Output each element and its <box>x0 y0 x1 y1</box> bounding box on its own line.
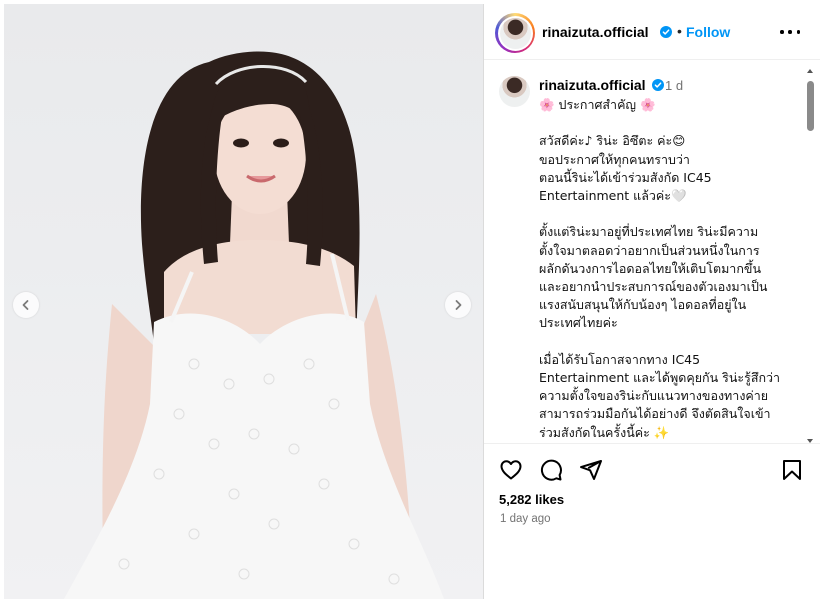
actions-divider <box>484 443 820 444</box>
likes-count[interactable]: 5,282 likes <box>499 492 564 507</box>
story-ring[interactable] <box>495 13 535 53</box>
post-media[interactable] <box>4 4 483 599</box>
post-photo <box>64 51 444 599</box>
bookmark-icon[interactable] <box>780 458 804 482</box>
previous-image-button[interactable] <box>13 292 39 318</box>
next-image-button[interactable] <box>445 292 471 318</box>
caption-timestamp[interactable]: 1 d <box>665 78 683 93</box>
caption-scrollbar[interactable] <box>804 67 816 445</box>
heart-icon[interactable] <box>499 458 523 482</box>
share-icon[interactable] <box>579 458 603 482</box>
follow-button[interactable]: Follow <box>686 24 730 40</box>
header-separator: • <box>677 23 682 39</box>
verified-badge-icon <box>660 26 672 38</box>
caption-username-text[interactable]: rinaizuta.official <box>539 77 646 93</box>
post-header: rinaizuta.official • Follow <box>484 4 820 60</box>
caption-text: 🌸 ประกาศสำคัญ 🌸 สวัสดีค่ะ♪ ริน่ะ อิซึตะ … <box>539 97 781 440</box>
post-sidebar: rinaizuta.official • Follow rinaizuta.of… <box>484 4 820 599</box>
scroll-up-icon[interactable] <box>806 67 814 75</box>
more-options-icon[interactable] <box>780 23 800 41</box>
caption-username[interactable]: rinaizuta.official <box>539 77 665 93</box>
caption-avatar[interactable] <box>499 76 530 107</box>
scroll-thumb[interactable] <box>807 81 814 131</box>
author-avatar[interactable] <box>499 17 531 49</box>
author-username[interactable]: rinaizuta.official <box>542 24 649 40</box>
comment-icon[interactable] <box>539 458 563 482</box>
caption-area[interactable]: rinaizuta.official 1 d 🌸 ประกาศสำคัญ 🌸 ส… <box>484 61 820 443</box>
chevron-right-icon <box>455 300 462 310</box>
chevron-left-icon <box>22 300 29 310</box>
post-date[interactable]: 1 day ago <box>500 513 551 525</box>
verified-badge-icon <box>652 79 665 91</box>
